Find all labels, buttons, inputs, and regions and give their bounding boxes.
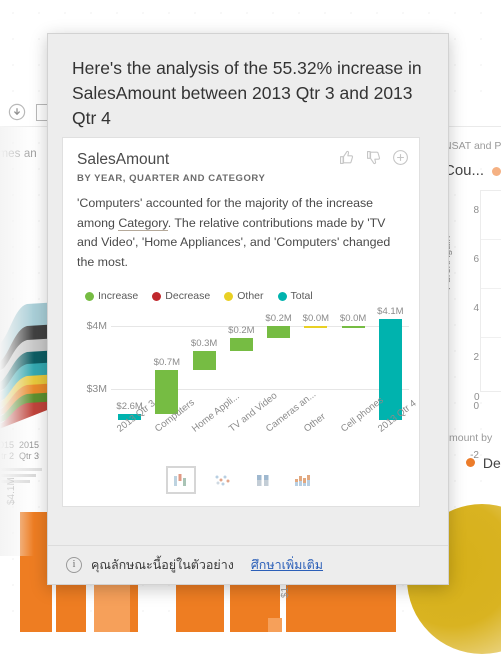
waterfall-data-label: $0.7M (153, 356, 181, 368)
legend-item-other[interactable]: Other (224, 290, 264, 302)
right-x-axis-tick: 0 (474, 392, 480, 403)
column-chart-icon[interactable] (250, 468, 276, 492)
insight-popup: Here's the analysis of the 55.32% increa… (47, 33, 449, 585)
thumbs-down-icon[interactable] (365, 149, 382, 166)
info-circle-icon: i (66, 557, 82, 573)
learn-more-link[interactable]: ศึกษาเพิ่มเติม (251, 555, 323, 575)
popup-headline: Here's the analysis of the 55.32% increa… (72, 58, 422, 128)
legend-item-increase[interactable]: Increase (85, 290, 138, 302)
add-circle-icon[interactable] (392, 149, 409, 166)
insight-body-link-category[interactable]: Category (118, 215, 168, 231)
right-scatter-plot[interactable] (480, 190, 501, 392)
insight-card-subtitle: BY YEAR, QUARTER AND CATEGORY (77, 173, 266, 184)
legend-swatch-increase (85, 291, 94, 301)
waterfall-bar[interactable] (229, 338, 253, 351)
scatter-chart-icon[interactable] (210, 468, 236, 492)
insight-card-header: SalesAmount BY YEAR, QUARTER AND CATEGOR… (63, 138, 419, 184)
left-edge-fade (0, 126, 34, 556)
insight-card: SalesAmount BY YEAR, QUARTER AND CATEGOR… (62, 137, 420, 507)
popup-footer: i คุณลักษณะนี้อยู่ในตัวอย่าง ศึกษาเพิ่มเ… (48, 545, 448, 584)
y-tick-4: 4 (473, 303, 479, 314)
legend-swatch-total (277, 291, 287, 301)
y-tick-2: 2 (473, 352, 479, 363)
legend-item-decrease[interactable]: Decrease (152, 290, 210, 302)
waterfall-bar[interactable] (192, 350, 216, 370)
y-tick-6: 6 (473, 254, 479, 265)
right-legend-dot-icon-2 (466, 458, 475, 467)
y-axis-tick-3m: $3M (86, 382, 107, 395)
legend-label-increase: Increase (98, 290, 139, 302)
right-legend-label: Delu (482, 455, 501, 471)
waterfall-data-label: $0.2M (265, 312, 292, 324)
chart-x-axis-labels: 2013 Qtr 3 Computers Home Appli... TV and V… (111, 389, 418, 468)
waterfall-chart-icon[interactable] (166, 466, 196, 494)
right-legend-dot-icon (492, 167, 501, 176)
waterfall-data-label: $0.2M (228, 325, 255, 337)
waterfall-bar[interactable] (341, 325, 365, 329)
legend-swatch-decrease (152, 291, 162, 301)
thumbs-up-icon[interactable] (338, 149, 355, 166)
bar (268, 618, 282, 632)
legend-label-total: Total (290, 290, 313, 302)
y-axis-tick-4m: $4M (86, 319, 107, 332)
waterfall-data-label: $0.3M (190, 337, 218, 349)
waterfall-bar[interactable] (304, 325, 328, 329)
legend-swatch-other (224, 291, 234, 301)
legend-item-total[interactable]: Total (277, 290, 313, 302)
chart-y-axis: $4M $3M (73, 310, 107, 420)
preview-notice-text: คุณลักษณะนี้อยู่ในตัวอย่าง (91, 558, 234, 572)
download-circle-icon[interactable] (8, 103, 26, 121)
chart-legend: Increase Decrease Other Total (63, 276, 419, 302)
insight-card-body: 'Computers' accounted for the majority o… (63, 184, 419, 276)
popup-header: Here's the analysis of the 55.32% increa… (48, 34, 448, 145)
insight-card-actions (338, 149, 409, 166)
waterfall-chart[interactable]: $4M $3M $2.6M $0.7M $0.3M $0.2M $0.2M $0.0M $0… (63, 306, 419, 460)
right-visual-heading: Cou... (444, 162, 485, 179)
waterfall-data-label: $0.0M (339, 312, 367, 324)
y-tick-0: 0 (473, 401, 479, 412)
legend-label-other: Other (237, 290, 264, 302)
right-visual-title: NSAT and P (444, 140, 501, 152)
stacked-column-chart-icon[interactable] (290, 468, 316, 492)
waterfall-bar[interactable] (267, 325, 291, 339)
waterfall-data-label: $4.1M (377, 306, 404, 318)
legend-label-decrease: Decrease (165, 290, 211, 302)
right-visual-title-2: Amount by (442, 432, 493, 444)
waterfall-data-label: $0.0M (302, 312, 330, 324)
y-tick-8: 8 (473, 205, 479, 216)
